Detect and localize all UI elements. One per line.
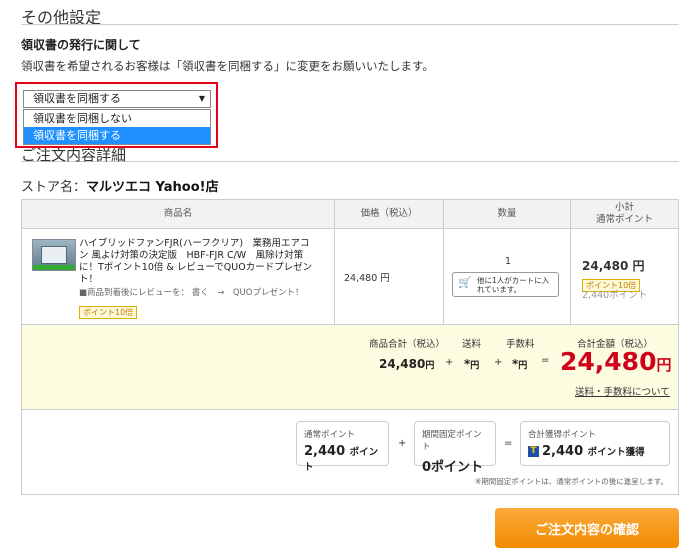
subtotal-points: 2,440ポイント [582,290,648,301]
review-note: ■商品到着後にレビューを： 書く → QUOプレゼント！ [79,288,304,298]
fixed-points-value: 0ポイント [422,460,484,475]
item-price: 24,480 円 [344,273,390,284]
shipping-fee-info-link[interactable]: 送料・手数料について [575,384,670,398]
store-value: マルツエコ Yahoo!店 [86,180,219,195]
store-name: ストア名：マルツエコ Yahoo!店 [21,176,219,195]
points-note: ※期間固定ポイントは、通常ポイントの後に進呈します。 [474,477,668,486]
equals-sign: = [541,355,550,366]
product-name-link[interactable]: ハイブリッドファンFJR(ハーフクリア) 業務用エアコン 風よけ対策の決定版 H… [79,238,319,286]
column-divider [334,200,335,324]
header-product: 商品名 [22,200,334,229]
item-quantity: 1 [505,256,512,267]
goods-total-label: 商品合計（税込） [369,339,446,350]
dropdown-arrow-icon: ▼ [198,94,205,103]
receipt-select-value: 領収書を同梱する [33,92,121,105]
receipt-heading: 領収書の発行に関して [21,38,141,52]
fixed-points-label: 期間固定ポイント [422,430,482,452]
goods-total-value: 24,480円 [379,357,435,371]
cart-icon: 🛒 [458,276,472,289]
normal-points-box: 通常ポイント 2,440 ポイント [296,421,389,473]
header-qty: 数量 [444,200,570,229]
column-divider [570,200,571,324]
shipping-label: 送料 [462,339,482,350]
header-price: 価格（税込） [335,200,443,229]
receipt-description: 領収書を希望されるお客様は「領収書を同梱する」に変更をお願いいたします。 [21,59,434,73]
point-badge: ポイント10倍 [79,300,138,319]
fee-value: *円 [512,357,528,371]
receipt-options-list: 領収書を同梱しない 領収書を同梱する [23,109,211,145]
t-point-icon: T [528,446,539,457]
plus-sign: + [445,357,454,368]
normal-points-label: 通常ポイント [304,430,356,440]
option-include-receipt[interactable]: 領収書を同梱する [24,127,210,144]
cart-notice: 🛒 他に1人がカートに入れています。 [452,272,559,297]
equals-sign: = [504,438,513,449]
item-subtotal: 24,480 円 [582,259,645,273]
receipt-dropdown-highlight: 領収書を同梱する ▼ 領収書を同梱しない 領収書を同梱する [15,82,218,148]
option-no-receipt[interactable]: 領収書を同梱しない [24,110,210,127]
totals-panel: 商品合計（税込） 送料 手数料 合計金額（税込） 24,480円 + *円 + … [21,325,679,410]
total-points-value: T 2,440 ポイント獲得 [528,444,662,459]
shipping-value: *円 [464,357,480,371]
divider [21,24,679,25]
total-points-box: 合計獲得ポイント T 2,440 ポイント獲得 [520,421,670,466]
plus-sign: + [494,357,503,368]
store-label: ストア名： [21,180,87,195]
fee-label: 手数料 [506,339,535,350]
receipt-select[interactable]: 領収書を同梱する ▼ [23,90,211,108]
normal-points-value: 2,440 ポイント [304,444,379,473]
grand-total-value: 24,480円 [560,347,672,376]
confirm-order-button[interactable]: ご注文内容の確認 [495,508,679,548]
order-items-table: 商品名 価格（税込） 数量 小計 通常ポイント ハイブリッドファンFJR(ハーフク… [21,199,679,325]
header-subtotal: 小計 通常ポイント [571,200,678,229]
points-panel: 通常ポイント 2,440 ポイント + 期間固定ポイント 0ポイント = 合計獲… [21,410,679,495]
fixed-points-box: 期間固定ポイント 0ポイント [414,421,496,475]
product-thumbnail[interactable] [32,239,76,271]
column-divider [443,200,444,324]
total-points-label: 合計獲得ポイント [528,430,597,440]
plus-sign: + [398,438,407,449]
